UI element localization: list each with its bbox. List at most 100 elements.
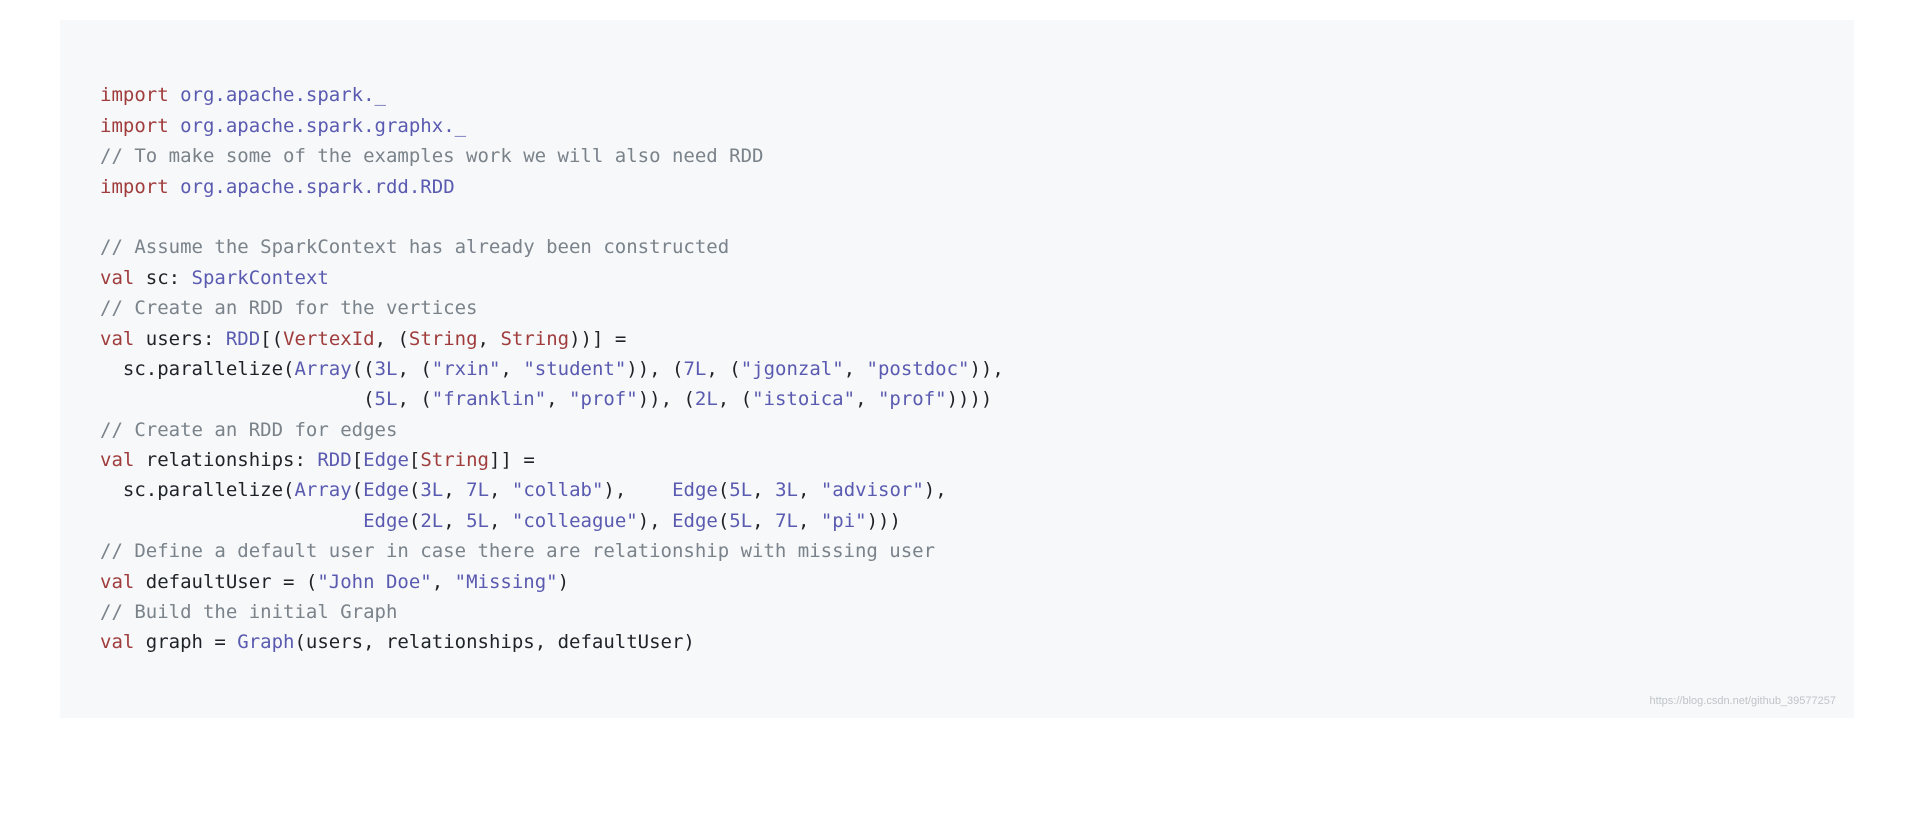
code-token: ))] = xyxy=(569,328,626,350)
code-token: RDD xyxy=(317,449,351,471)
code-token: 2L xyxy=(420,510,443,532)
code-token: String xyxy=(420,449,489,471)
code-token: // Assume the SparkContext has already b… xyxy=(100,236,729,258)
code-token: , xyxy=(489,479,512,501)
code-token: , xyxy=(798,510,821,532)
code-token: "franklin" xyxy=(432,388,546,410)
code-token: sc: xyxy=(134,267,191,289)
code-token: users: xyxy=(134,328,226,350)
code-token: ), xyxy=(638,510,672,532)
code-token xyxy=(169,115,180,137)
code-token: relationships: xyxy=(134,449,317,471)
code-token: ( xyxy=(718,479,729,501)
code-token: Edge xyxy=(672,479,718,501)
code-token: , xyxy=(546,388,569,410)
code-token: val xyxy=(100,267,134,289)
code-token: )), xyxy=(969,358,1003,380)
code-token: 5L xyxy=(466,510,489,532)
code-token: val xyxy=(100,328,134,350)
code-token: , ( xyxy=(718,388,752,410)
code-token: "student" xyxy=(523,358,626,380)
code-token: )), ( xyxy=(638,388,695,410)
code-token: Edge xyxy=(363,479,409,501)
code-token: ), xyxy=(924,479,947,501)
code-token: ( xyxy=(718,510,729,532)
code-token: 3L xyxy=(375,358,398,380)
code-token: ( xyxy=(100,388,375,410)
code-token: String xyxy=(409,328,478,350)
code-token: 2L xyxy=(695,388,718,410)
code-block: import org.apache.spark._ import org.apa… xyxy=(60,20,1854,718)
code-token: ]] = xyxy=(489,449,535,471)
code-token: , xyxy=(844,358,867,380)
code-token xyxy=(169,84,180,106)
code-token: org.apache.spark._ xyxy=(180,84,386,106)
code-token: 5L xyxy=(729,479,752,501)
code-token xyxy=(100,510,363,532)
code-token: "collab" xyxy=(512,479,604,501)
code-token: graph = xyxy=(134,631,237,653)
code-token: ( xyxy=(409,510,420,532)
code-token: 7L xyxy=(466,479,489,501)
code-token: "Missing" xyxy=(455,571,558,593)
code-token: (users, relationships, defaultUser) xyxy=(294,631,694,653)
code-token: "advisor" xyxy=(821,479,924,501)
code-token: 3L xyxy=(775,479,798,501)
code-token: "rxin" xyxy=(432,358,501,380)
code-token: , xyxy=(798,479,821,501)
code-token: [( xyxy=(260,328,283,350)
code-token: // To make some of the examples work we … xyxy=(100,145,763,167)
code-token: VertexId xyxy=(283,328,375,350)
code-token: ( xyxy=(409,479,420,501)
watermark-text: https://blog.csdn.net/github_39577257 xyxy=(1649,693,1836,711)
code-token: org.apache.spark.graphx._ xyxy=(180,115,466,137)
code-token: , xyxy=(443,510,466,532)
code-token: "postdoc" xyxy=(867,358,970,380)
code-token: , xyxy=(489,510,512,532)
code-token: , xyxy=(752,510,775,532)
code-token: , xyxy=(478,328,501,350)
code-token: val xyxy=(100,449,134,471)
code-token: sc.parallelize( xyxy=(100,358,294,380)
code-token: import xyxy=(100,176,169,198)
code-token: 5L xyxy=(729,510,752,532)
code-token: ( xyxy=(352,479,363,501)
code-token: import xyxy=(100,115,169,137)
code-token: String xyxy=(500,328,569,350)
code-token: 5L xyxy=(375,388,398,410)
code-token: 7L xyxy=(775,510,798,532)
code-token: , ( xyxy=(375,328,409,350)
code-token xyxy=(169,176,180,198)
code-token: val xyxy=(100,571,134,593)
code-token: )))) xyxy=(947,388,993,410)
code-token: SparkContext xyxy=(192,267,329,289)
code-token: "John Doe" xyxy=(317,571,431,593)
code-token: , xyxy=(752,479,775,501)
code-token: Array xyxy=(294,358,351,380)
code-token: , ( xyxy=(706,358,740,380)
code-token: Array xyxy=(294,479,351,501)
code-content: import org.apache.spark._ import org.apa… xyxy=(100,84,1004,653)
code-token: "colleague" xyxy=(512,510,638,532)
code-token: , xyxy=(500,358,523,380)
code-token: defaultUser = ( xyxy=(134,571,317,593)
code-token: import xyxy=(100,84,169,106)
code-token: org.apache.spark.rdd.RDD xyxy=(180,176,455,198)
code-token: Graph xyxy=(237,631,294,653)
code-token: , ( xyxy=(397,358,431,380)
code-token: "pi" xyxy=(821,510,867,532)
code-token: Edge xyxy=(672,510,718,532)
code-token: // Build the initial Graph xyxy=(100,601,397,623)
code-token: Edge xyxy=(363,449,409,471)
code-token: RDD xyxy=(226,328,260,350)
code-token: // Define a default user in case there a… xyxy=(100,540,935,562)
code-token: sc.parallelize( xyxy=(100,479,294,501)
code-token: // Create an RDD for edges xyxy=(100,419,397,441)
code-token: 3L xyxy=(420,479,443,501)
code-token: ) xyxy=(558,571,569,593)
code-token: // Create an RDD for the vertices xyxy=(100,297,478,319)
code-token: [ xyxy=(409,449,420,471)
code-token: "prof" xyxy=(569,388,638,410)
code-token: , xyxy=(855,388,878,410)
code-token: Edge xyxy=(363,510,409,532)
